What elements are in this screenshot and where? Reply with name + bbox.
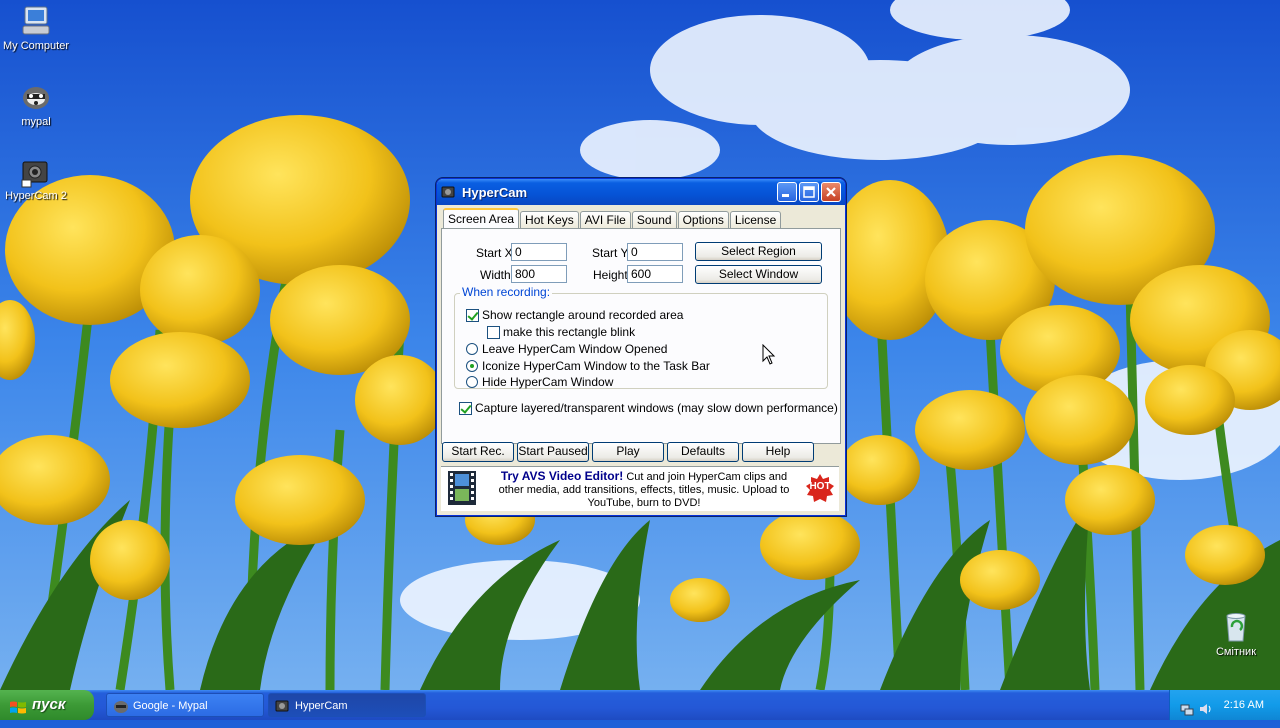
start-x-label: Start X xyxy=(476,246,513,260)
select-region-button[interactable]: Select Region xyxy=(695,242,822,261)
start-y-field[interactable]: 0 xyxy=(627,243,683,261)
hypercam-icon xyxy=(275,698,291,714)
maximize-icon xyxy=(800,183,818,201)
ad-body-2: other media, add transitions, effects, t… xyxy=(498,484,790,496)
desktop-icon-label: Смітник xyxy=(1215,646,1257,658)
system-tray: 2:16 AM xyxy=(1169,690,1280,720)
hypercam-window: HyperCam Screen Area Hot Keys AVI File S… xyxy=(436,178,846,516)
minimize-button[interactable] xyxy=(777,182,797,202)
window-client: Screen Area Hot Keys AVI File Sound Opti… xyxy=(441,206,841,511)
show-rect-label: Show rectangle around recorded area xyxy=(482,308,684,322)
desktop-icon-hypercam[interactable]: HyperCam 2 xyxy=(0,154,72,202)
tab-options[interactable]: Options xyxy=(677,211,729,229)
start-paused-button[interactable]: Start Paused xyxy=(517,442,589,462)
play-button[interactable]: Play xyxy=(592,442,664,462)
start-label: пуск xyxy=(32,696,66,713)
hot-badge-label: HOT xyxy=(809,481,831,492)
show-rect-checkbox[interactable] xyxy=(466,309,479,322)
recycle-bin-icon xyxy=(1219,610,1253,644)
windows-logo-icon xyxy=(9,697,27,714)
width-field[interactable]: 800 xyxy=(511,265,567,283)
tab-screen-area[interactable]: Screen Area xyxy=(443,208,520,230)
minimize-icon xyxy=(778,183,796,201)
hide-window-label: Hide HyperCam Window xyxy=(482,375,614,389)
iconize-radio[interactable] xyxy=(466,360,478,372)
hypercam-icon xyxy=(19,154,53,188)
start-button[interactable]: пуск xyxy=(0,690,94,720)
my-computer-icon xyxy=(19,4,53,38)
ad-headline: Try AVS Video Editor! xyxy=(500,469,624,483)
hide-window-radio[interactable] xyxy=(466,376,478,388)
desktop-icon-label: HyperCam 2 xyxy=(5,190,67,202)
desktop-icon-label: mypal xyxy=(21,116,51,128)
blink-label: make this rectangle blink xyxy=(503,325,636,339)
desktop-icon-label: My Computer xyxy=(2,40,70,52)
select-window-button[interactable]: Select Window xyxy=(695,265,822,284)
ad-text: Try AVS Video Editor! Cut and join Hyper… xyxy=(485,470,803,510)
start-rec-button[interactable]: Start Rec. xyxy=(442,442,514,462)
speaker-icon[interactable] xyxy=(1198,698,1212,714)
film-strip-icon xyxy=(447,470,477,505)
desktop-icon-my-computer[interactable]: My Computer xyxy=(0,4,72,52)
mouse-cursor-icon xyxy=(762,343,776,366)
desktop-icon-mypal[interactable]: mypal xyxy=(0,80,72,128)
maximize-button[interactable] xyxy=(799,182,819,202)
height-field[interactable]: 600 xyxy=(627,265,683,283)
height-label: Height xyxy=(593,268,628,282)
window-title: HyperCam xyxy=(462,184,528,200)
tab-hot-keys[interactable]: Hot Keys xyxy=(520,211,579,229)
mypal-icon xyxy=(113,698,129,714)
tab-license[interactable]: License xyxy=(729,211,782,229)
start-y-label: Start Y xyxy=(592,246,629,260)
tab-strip: Screen Area Hot Keys AVI File Sound Opti… xyxy=(443,208,782,230)
screen-area-panel: Start X 0 Start Y 0 Select Region Width … xyxy=(441,228,841,444)
tab-avi-file[interactable]: AVI File xyxy=(579,211,631,229)
taskbar-item-label: Google - Mypal xyxy=(133,700,208,712)
taskbar-item-mypal[interactable]: Google - Mypal xyxy=(106,693,264,717)
desktop-icon-recycle-bin[interactable]: Смітник xyxy=(1200,610,1272,658)
window-titlebar[interactable]: HyperCam xyxy=(437,179,845,205)
avs-ad-banner[interactable]: Try AVS Video Editor! Cut and join Hyper… xyxy=(441,466,839,511)
help-button[interactable]: Help xyxy=(742,442,814,462)
taskbar-item-hypercam[interactable]: HyperCam xyxy=(268,693,426,717)
capture-layered-checkbox[interactable] xyxy=(459,402,472,415)
when-recording-title: When recording: xyxy=(460,285,553,299)
network-icon[interactable] xyxy=(1180,698,1194,716)
taskbar: пуск Google - Mypal HyperCam 2:16 AM xyxy=(0,690,1280,720)
hot-badge-icon: HOT xyxy=(805,473,835,503)
taskbar-item-label: HyperCam xyxy=(295,700,348,712)
defaults-button[interactable]: Defaults xyxy=(667,442,739,462)
leave-opened-label: Leave HyperCam Window Opened xyxy=(482,342,668,356)
hypercam-app-icon xyxy=(441,184,457,200)
close-icon xyxy=(822,183,840,201)
leave-opened-radio[interactable] xyxy=(466,343,478,355)
blink-checkbox[interactable] xyxy=(487,326,500,339)
ad-body-3: YouTube, burn to DVD! xyxy=(587,497,701,509)
clock[interactable]: 2:16 AM xyxy=(1224,690,1264,720)
mypal-icon xyxy=(19,80,53,114)
start-x-field[interactable]: 0 xyxy=(511,243,567,261)
tab-sound[interactable]: Sound xyxy=(631,211,677,229)
capture-layered-label: Capture layered/transparent windows (may… xyxy=(475,401,838,415)
iconize-label: Iconize HyperCam Window to the Task Bar xyxy=(482,359,710,373)
width-label: Width xyxy=(480,268,511,282)
close-button[interactable] xyxy=(821,182,841,202)
ad-body-1: Cut and join HyperCam clips and xyxy=(623,471,788,483)
